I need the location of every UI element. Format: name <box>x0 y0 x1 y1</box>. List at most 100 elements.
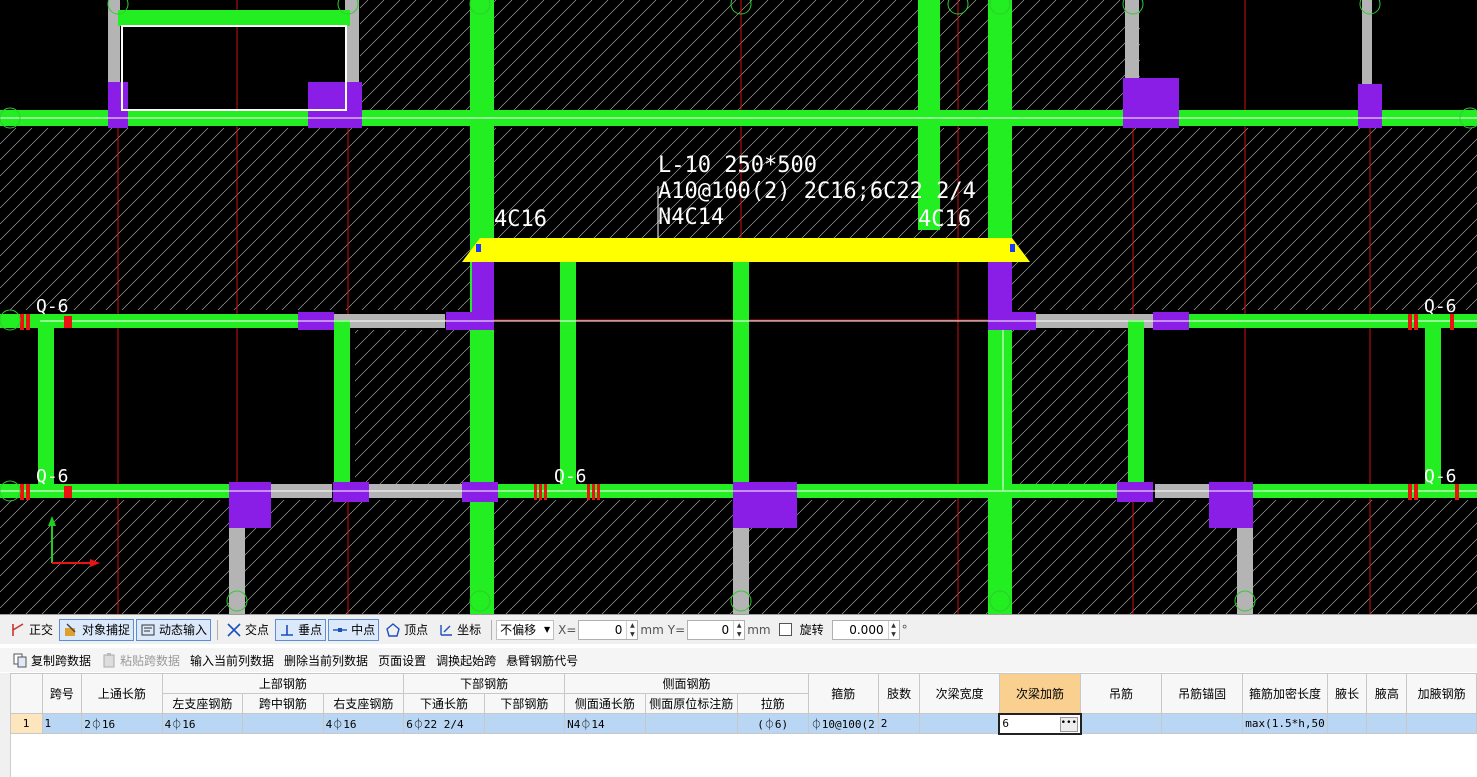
coordinate-label: 坐标 <box>457 623 482 637</box>
y-value: 0 <box>721 622 730 637</box>
cad-drawing-canvas[interactable]: L-10 250*500 A10@100(2) 2C16;6C22 2/4 N4… <box>0 0 1477 614</box>
tag-q6-left-lower: Q-6 <box>36 466 69 487</box>
cell-hanger-anchor[interactable] <box>1160 713 1244 734</box>
header-right-support[interactable]: 右支座钢筋 <box>322 693 405 714</box>
y-unit: mm <box>747 622 771 637</box>
header-legs[interactable]: 肢数 <box>877 673 921 714</box>
grid-toolbar: 复制跨数据 粘贴跨数据 输入当前列数据 删除当前列数据 页面设置 调换起始跨 悬… <box>0 648 1477 672</box>
header-hanger[interactable]: 吊筋 <box>1080 673 1162 714</box>
cell-left-support[interactable]: 4⏀16 <box>161 713 244 734</box>
cell-hanger[interactable] <box>1080 713 1162 734</box>
midpoint-label: 中点 <box>351 623 376 637</box>
cell-mid-span[interactable] <box>242 713 324 734</box>
object-snap-icon <box>65 622 76 636</box>
y-label: Y= <box>667 622 686 637</box>
left-support-label: 4C16 <box>494 207 547 232</box>
page-setup-button[interactable]: 页面设置 <box>378 652 426 669</box>
span-data-grid: 跨号 上通长筋 上部钢筋 下部钢筋 侧面钢筋 箍筋 肢数 次梁宽度 次梁加筋 吊… <box>0 673 1477 777</box>
cell-stirrup[interactable]: ⏀10@100(2 <box>807 713 879 734</box>
header-side-rebar[interactable]: 侧面钢筋 <box>564 673 809 694</box>
spinner-arrows-icon[interactable]: ▲ ▼ <box>733 620 744 639</box>
separator <box>217 619 219 640</box>
chevron-down-icon: ▼ <box>543 625 551 634</box>
offset-mode-value: 不偏移 <box>500 623 537 637</box>
sec-beam-add-input[interactable]: 6 <box>1002 717 1009 730</box>
rotate-input[interactable]: 0.000 ▲ ▼ <box>831 619 900 640</box>
intersection-snap[interactable]: 交点 <box>222 619 273 641</box>
intersection-icon <box>227 622 241 637</box>
cell-side-original[interactable] <box>644 713 738 734</box>
x-label: X= <box>558 622 577 637</box>
header-top-through[interactable]: 上通长筋 <box>81 673 163 714</box>
header-left-support[interactable]: 左支座钢筋 <box>161 693 244 714</box>
cell-span-no[interactable]: 1 <box>41 713 83 734</box>
coordinate-snap[interactable]: 坐标 <box>434 619 485 641</box>
row-index-cell[interactable]: 1 <box>10 713 43 734</box>
header-top-rebar[interactable]: 上部钢筋 <box>161 673 405 694</box>
header-sec-beam-add[interactable]: 次梁加筋 <box>998 673 1082 714</box>
x-input[interactable]: 0 ▲ ▼ <box>578 619 639 640</box>
cell-tie-bar[interactable]: (⏀6) <box>736 713 809 734</box>
header-haunch-height[interactable]: 腋高 <box>1366 673 1408 714</box>
paste-span-label: 粘贴跨数据 <box>120 653 181 668</box>
header-side-original[interactable]: 侧面原位标注筋 <box>644 693 738 714</box>
right-support-label: 4C16 <box>918 207 971 232</box>
header-blank <box>10 673 43 714</box>
spinner-arrows-icon[interactable]: ▲ ▼ <box>626 620 637 639</box>
header-span-no[interactable]: 跨号 <box>41 673 83 714</box>
dynamic-input-toggle[interactable]: 动态输入 <box>136 618 212 641</box>
vertex-label: 顶点 <box>404 623 429 637</box>
ortho-icon <box>12 622 24 636</box>
midpoint-snap[interactable]: 中点 <box>328 618 380 641</box>
header-sec-beam-width[interactable]: 次梁宽度 <box>919 673 1000 714</box>
delete-column-button[interactable]: 删除当前列数据 <box>284 652 368 669</box>
cell-haunch-rebar[interactable] <box>1406 713 1477 734</box>
rotate-checkbox[interactable] <box>778 623 792 636</box>
cell-sec-beam-width[interactable] <box>919 713 1000 734</box>
object-snap-toggle[interactable]: 对象捕捉 <box>59 618 135 641</box>
degree-symbol: ° <box>901 622 908 637</box>
y-input[interactable]: 0 ▲ ▼ <box>687 619 746 640</box>
vertex-snap[interactable]: 顶点 <box>381 619 432 641</box>
cell-bottom-through[interactable]: 6⏀22 2/4 <box>403 713 485 734</box>
cell-haunch-height[interactable] <box>1366 713 1408 734</box>
cell-top-through[interactable]: 2⏀16 <box>81 713 163 734</box>
header-mid-span[interactable]: 跨中钢筋 <box>242 693 324 714</box>
table-row[interactable]: 1 1 2⏀16 4⏀16 4⏀16 6⏀22 2/4 N4⏀14 (⏀6) ⏀… <box>10 712 1477 735</box>
spinner-arrows-icon[interactable]: ▲ ▼ <box>887 620 899 639</box>
header-haunch-rebar[interactable]: 加腋钢筋 <box>1406 673 1477 714</box>
header-hanger-anchor[interactable]: 吊筋锚固 <box>1160 673 1244 714</box>
ortho-toggle[interactable]: 正交 <box>6 619 57 641</box>
header-stirrup[interactable]: 箍筋 <box>807 673 879 714</box>
copy-span-button[interactable]: 复制跨数据 <box>12 652 91 669</box>
header-side-through[interactable]: 侧面通长筋 <box>564 693 646 714</box>
object-snap-label: 对象捕捉 <box>82 623 131 637</box>
header-bottom-sub[interactable]: 下部钢筋 <box>483 693 566 714</box>
header-bottom-rebar[interactable]: 下部钢筋 <box>403 673 566 694</box>
dynamic-input-icon <box>141 624 155 635</box>
header-stirrup-dense-len[interactable]: 箍筋加密长度 <box>1242 673 1328 714</box>
header-bottom-through[interactable]: 下通长筋 <box>403 693 485 714</box>
perpendicular-snap[interactable]: 垂点 <box>275 618 327 641</box>
cell-bottom-sub[interactable] <box>483 713 566 734</box>
ellipsis-button[interactable]: ••• <box>1059 716 1078 732</box>
swap-start-span-button[interactable]: 调换起始跨 <box>436 652 496 669</box>
header-tie-bar[interactable]: 拉筋 <box>736 693 809 714</box>
cell-legs[interactable]: 2 <box>877 713 921 734</box>
copy-span-label: 复制跨数据 <box>31 653 92 668</box>
paste-span-button[interactable]: 粘贴跨数据 <box>101 652 180 669</box>
cell-right-support[interactable]: 4⏀16 <box>322 713 405 734</box>
cell-haunch-len[interactable] <box>1326 713 1368 734</box>
x-unit: mm <box>640 622 664 637</box>
coordinate-icon <box>440 624 453 636</box>
cell-side-through[interactable]: N4⏀14 <box>564 713 646 734</box>
drawing-svg[interactable]: L-10 250*500 A10@100(2) 2C16;6C22 2/4 N4… <box>0 0 1477 614</box>
cell-sec-beam-add-editor[interactable]: 6 ••• <box>998 712 1082 735</box>
cantilever-code-button[interactable]: 悬臂钢筋代号 <box>506 652 578 669</box>
ortho-label: 正交 <box>29 623 54 637</box>
tag-q6-right-lower: Q-6 <box>1424 466 1457 487</box>
header-haunch-len[interactable]: 腋长 <box>1326 673 1368 714</box>
cell-stirrup-dense-len[interactable]: max(1.5*h,50 <box>1242 713 1328 734</box>
input-column-button[interactable]: 输入当前列数据 <box>190 652 274 669</box>
offset-mode-select[interactable]: 不偏移 ▼ <box>496 619 555 640</box>
